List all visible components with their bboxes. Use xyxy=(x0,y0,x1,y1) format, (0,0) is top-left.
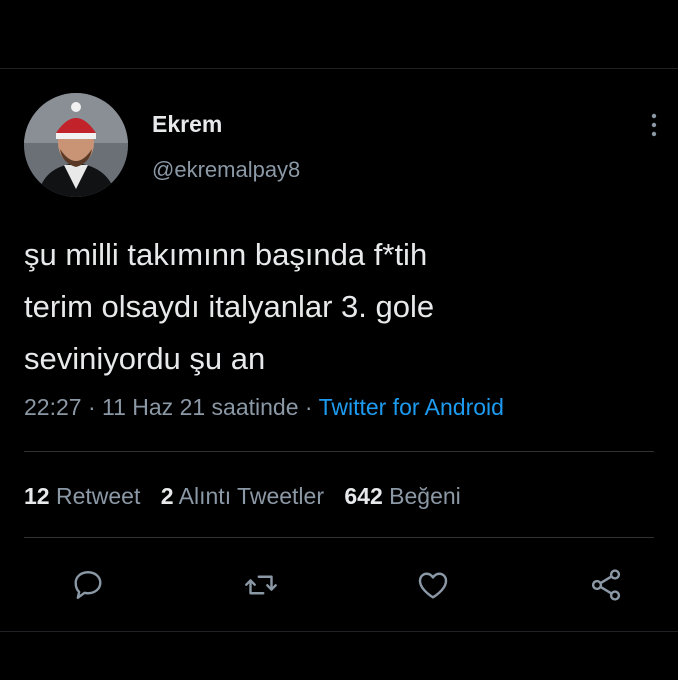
quotes-stat[interactable]: 2 Alıntı Tweetler xyxy=(161,483,331,509)
quotes-label: Alıntı Tweetler xyxy=(178,483,324,509)
likes-count: 642 xyxy=(344,483,383,509)
tweet-time[interactable]: 22:27 xyxy=(24,394,82,420)
likes-stat[interactable]: 642 Beğeni xyxy=(344,483,460,509)
reply-button[interactable] xyxy=(70,567,106,603)
avatar[interactable] xyxy=(24,93,128,197)
bottom-divider xyxy=(0,631,678,632)
share-button[interactable] xyxy=(588,567,624,603)
reply-icon xyxy=(74,571,102,599)
tweet-meta: 22:27 · 11 Haz 21 saatinde · Twitter for… xyxy=(24,394,504,421)
retweets-stat[interactable]: 12 Retweet xyxy=(24,483,147,509)
more-options-icon[interactable] xyxy=(648,111,660,139)
tweet-card: Ekrem @ekremalpay8 şu milli takımınn baş… xyxy=(0,69,678,639)
tweet-actions xyxy=(0,567,678,603)
like-button[interactable] xyxy=(415,567,451,603)
share-icon xyxy=(591,569,621,601)
meta-separator: · xyxy=(304,394,313,420)
divider xyxy=(24,451,654,452)
divider xyxy=(24,537,654,538)
retweets-count: 12 xyxy=(24,483,50,509)
quotes-count: 2 xyxy=(160,483,174,509)
heart-icon xyxy=(418,572,448,599)
retweet-icon xyxy=(245,575,277,595)
retweet-button[interactable] xyxy=(243,567,279,603)
tweet-stats: 12 Retweet 2 Alıntı Tweetler 642 Beğeni xyxy=(24,483,475,510)
author-display-name[interactable]: Ekrem xyxy=(152,111,222,138)
likes-label: Beğeni xyxy=(389,483,461,509)
meta-separator: · xyxy=(87,394,96,420)
tweet-date[interactable]: 11 Haz 21 saatinde xyxy=(102,394,299,420)
tweet-text: şu milli takımınn başında f*tih terim ol… xyxy=(24,237,435,376)
tweet-source-link[interactable]: Twitter for Android xyxy=(319,394,504,420)
author-handle[interactable]: @ekremalpay8 xyxy=(152,157,300,183)
retweets-label: Retweet xyxy=(55,483,141,509)
